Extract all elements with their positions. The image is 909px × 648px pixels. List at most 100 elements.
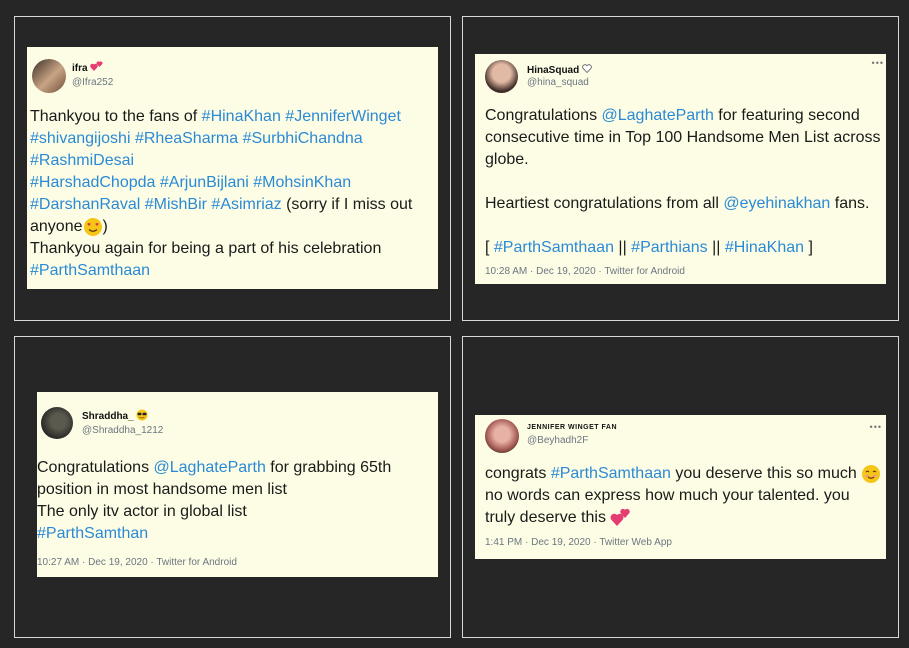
tweet-text: congrats #ParthSamthaan you deserve this…	[485, 463, 881, 529]
user-name[interactable]: ifra	[72, 61, 103, 74]
tweet-line: [ #ParthSamthaan || #Parthians || #HinaK…	[485, 237, 880, 259]
hashtag-link[interactable]: #HarshadChopda	[30, 174, 155, 191]
hashtag-link[interactable]: #Asimriaz	[211, 196, 281, 213]
tweet-text-segment: for featuring second	[713, 107, 860, 124]
tweet-panel-4: JENNIFER WINGET FAN @Beyhadh2F ••• congr…	[462, 336, 899, 638]
tweet-line: #HarshadChopda #ArjunBijlani #MohsinKhan	[30, 172, 412, 194]
tweet-text-segment: (sorry if I miss out	[281, 196, 413, 213]
tweet-text-segment: ||	[613, 239, 632, 256]
tweet-line: consecutive time in Top 100 Handsome Men…	[485, 127, 880, 149]
tweet-line: #DarshanRaval #MishBir #Asimriaz (sorry …	[30, 194, 412, 216]
tweet-line: #RashmiDesai	[30, 150, 412, 172]
avatar[interactable]	[485, 419, 519, 453]
user-name[interactable]: Shraddha_	[82, 409, 148, 422]
avatar[interactable]	[41, 407, 73, 439]
tweet-card: ifra @Ifra252 Thankyou to the fans of #H…	[27, 47, 438, 289]
hashtag-link[interactable]: #RashmiDesai	[30, 152, 134, 169]
mention-link[interactable]: @eyehinakhan	[723, 195, 830, 212]
tweet-text-segment: Heartiest congratulations from all	[485, 195, 724, 212]
hashtag-link[interactable]: #ParthSamthaan	[494, 239, 614, 256]
tweet-text-segment: fans.	[830, 195, 870, 212]
tweet-text-segment: consecutive time in Top 100 Handsome Men…	[485, 129, 881, 146]
more-options-icon[interactable]: •••	[870, 422, 882, 432]
tweet-line: Congratulations @LaghateParth for featur…	[485, 105, 880, 127]
tweet-text: Congratulations @LaghateParth for featur…	[485, 105, 880, 259]
tweet-text-segment: Congratulations	[37, 459, 154, 476]
tweet-card: JENNIFER WINGET FAN @Beyhadh2F ••• congr…	[475, 415, 886, 559]
tweet-text-segment: truly deserve this	[485, 509, 611, 526]
tweet-line	[485, 215, 880, 237]
two-hearts-icon	[610, 508, 631, 526]
tweet-text-segment: Thankyou again for being a part of his c…	[30, 240, 382, 257]
tweet-line	[485, 171, 880, 193]
mention-link[interactable]: @LaghateParth	[154, 459, 266, 476]
tweet-line: position in most handsome men list	[37, 479, 391, 501]
tweet-text-segment: anyone	[30, 218, 83, 235]
hashtag-link[interactable]: #ArjunBijlani	[160, 174, 249, 191]
tweet-text-segment: Congratulations	[485, 107, 602, 124]
tweet-card: Shraddha_ @Shraddha_1212 Congratulations…	[37, 392, 438, 577]
hashtag-link[interactable]: #HinaKhan	[725, 239, 804, 256]
hashtag-link[interactable]: #SurbhiChandna	[243, 130, 363, 147]
tweet-text: Thankyou to the fans of #HinaKhan #Jenni…	[30, 106, 412, 282]
smiling-face-icon	[862, 464, 881, 483]
tweet-line: #shivangijoshi #RheaSharma #SurbhiChandn…	[30, 128, 412, 150]
smiling-face-hearts-icon	[83, 217, 102, 236]
user-handle[interactable]: @Shraddha_1212	[82, 425, 163, 436]
tweet-text-segment: [	[485, 239, 494, 256]
tweet-text-segment: Thankyou to the fans of	[30, 108, 202, 125]
hashtag-link[interactable]: #MohsinKhan	[253, 174, 351, 191]
tweet-line: The only itv actor in global list	[37, 501, 391, 523]
user-handle[interactable]: @Ifra252	[72, 77, 113, 88]
tweet-card: HinaSquad @hina_squad ••• Congratulation…	[475, 54, 886, 284]
tweet-line: #ParthSamthan	[37, 523, 391, 545]
tweet-timestamp[interactable]: 10:27 AM · Dec 19, 2020 · Twitter for An…	[37, 557, 237, 568]
hashtag-link[interactable]: #ParthSamthan	[37, 525, 148, 542]
tweet-text-segment: The only itv actor in global list	[37, 503, 247, 520]
tweet-text-segment: no words can express how much your talen…	[485, 487, 850, 504]
tweet-line: no words can express how much your talen…	[485, 485, 881, 507]
tweet-text-segment: you deserve this so much	[670, 465, 862, 482]
hashtag-link[interactable]: #DarshanRaval	[30, 196, 140, 213]
hashtag-link[interactable]: #JenniferWinget	[285, 108, 401, 125]
tweet-text-segment: ||	[707, 239, 725, 256]
tweet-text-segment: for grabbing 65th	[265, 459, 392, 476]
tweet-text-segment: )	[102, 218, 108, 235]
sunglasses-face-icon	[136, 409, 148, 421]
tweet-text-segment: ]	[804, 239, 813, 256]
hashtag-link[interactable]: #RheaSharma	[135, 130, 238, 147]
tweet-text: Congratulations @LaghateParth for grabbi…	[37, 457, 391, 545]
avatar[interactable]	[32, 59, 66, 93]
tweet-panel-3: Shraddha_ @Shraddha_1212 Congratulations…	[14, 336, 451, 638]
more-options-icon[interactable]: •••	[872, 58, 884, 68]
two-hearts-icon	[90, 61, 103, 71]
tweet-line: Thankyou to the fans of #HinaKhan #Jenni…	[30, 106, 412, 128]
tweet-line: anyone)	[30, 216, 412, 238]
tweet-line: Heartiest congratulations from all @eyeh…	[485, 193, 880, 215]
tweet-timestamp[interactable]: 1:41 PM · Dec 19, 2020 · Twitter Web App	[485, 537, 672, 548]
user-handle[interactable]: @Beyhadh2F	[527, 435, 588, 446]
mention-link[interactable]: @LaghateParth	[602, 107, 714, 124]
tweet-text-segment: position in most handsome men list	[37, 481, 287, 498]
tweet-text-segment: globe.	[485, 151, 529, 168]
tweet-line: Thankyou again for being a part of his c…	[30, 238, 412, 260]
tweet-line: congrats #ParthSamthaan you deserve this…	[485, 463, 881, 485]
hashtag-link[interactable]: #ParthSamthaan	[551, 465, 671, 482]
hashtag-link[interactable]: #HinaKhan	[202, 108, 281, 125]
hashtag-link[interactable]: #MishBir	[145, 196, 207, 213]
hashtag-link[interactable]: #ParthSamthaan	[30, 262, 150, 279]
user-name[interactable]: JENNIFER WINGET FAN	[527, 424, 617, 431]
white-heart-icon	[582, 64, 592, 74]
tweet-panel-2: HinaSquad @hina_squad ••• Congratulation…	[462, 16, 899, 321]
tweet-text-segment: congrats	[485, 465, 551, 482]
tweet-line: #ParthSamthaan	[30, 260, 412, 282]
tweet-line: globe.	[485, 149, 880, 171]
hashtag-link[interactable]: #Parthians	[631, 239, 708, 256]
tweet-line: truly deserve this	[485, 507, 881, 529]
avatar[interactable]	[485, 60, 518, 93]
user-name[interactable]: HinaSquad	[527, 64, 592, 76]
hashtag-link[interactable]: #shivangijoshi	[30, 130, 131, 147]
user-handle[interactable]: @hina_squad	[527, 77, 589, 88]
tweet-timestamp[interactable]: 10:28 AM · Dec 19, 2020 · Twitter for An…	[485, 266, 685, 277]
tweet-panel-1: ifra @Ifra252 Thankyou to the fans of #H…	[14, 16, 451, 321]
